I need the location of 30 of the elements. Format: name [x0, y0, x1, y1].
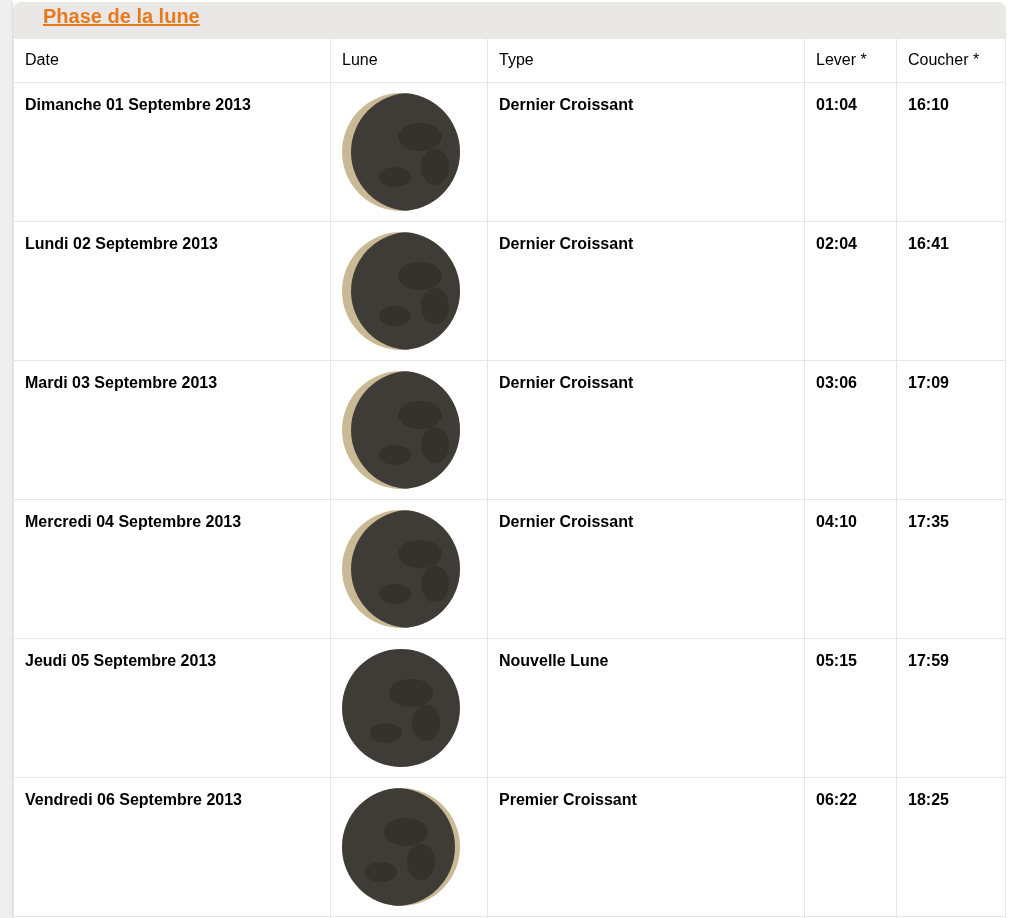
table-cell: 17:59 — [896, 638, 1006, 778]
table-cell: 16:41 — [896, 221, 1006, 361]
table-cell: 18:25 — [896, 777, 1006, 917]
table-cell: Jeudi 05 Septembre 2013 — [13, 638, 331, 778]
table-cell: Dernier Croissant — [487, 82, 805, 222]
table-cell: Vendredi 06 Septembre 2013 — [13, 777, 331, 917]
table-cell: 03:06 — [804, 360, 897, 500]
table-cell: 02:04 — [804, 221, 897, 361]
table-cell: Dernier Croissant — [487, 360, 805, 500]
column-header: Date — [13, 39, 331, 83]
table-cell: 17:09 — [896, 360, 1006, 500]
table-cell: 17:35 — [896, 499, 1006, 639]
table-cell: Lundi 02 Septembre 2013 — [13, 221, 331, 361]
column-header: Lever * — [804, 39, 897, 83]
table-cell: 01:04 — [804, 82, 897, 222]
table-cell: 06:22 — [804, 777, 897, 917]
table-cell: Premier Croissant — [487, 777, 805, 917]
column-header: Lune — [330, 39, 488, 83]
table-cell: 04:10 — [804, 499, 897, 639]
column-header: Coucher * — [896, 39, 1006, 83]
table-cell: Mercredi 04 Septembre 2013 — [13, 499, 331, 639]
table-cell: Dernier Croissant — [487, 221, 805, 361]
table-cell: Dimanche 01 Septembre 2013 — [13, 82, 331, 222]
table-cell: Dernier Croissant — [487, 499, 805, 639]
table-cell: 16:10 — [896, 82, 1006, 222]
column-header: Type — [487, 39, 805, 83]
table-cell: Mardi 03 Septembre 2013 — [13, 360, 331, 500]
table-cell: 05:15 — [804, 638, 897, 778]
section-title-link[interactable]: Phase de la lune — [43, 2, 200, 30]
table-cell: Nouvelle Lune — [487, 638, 805, 778]
